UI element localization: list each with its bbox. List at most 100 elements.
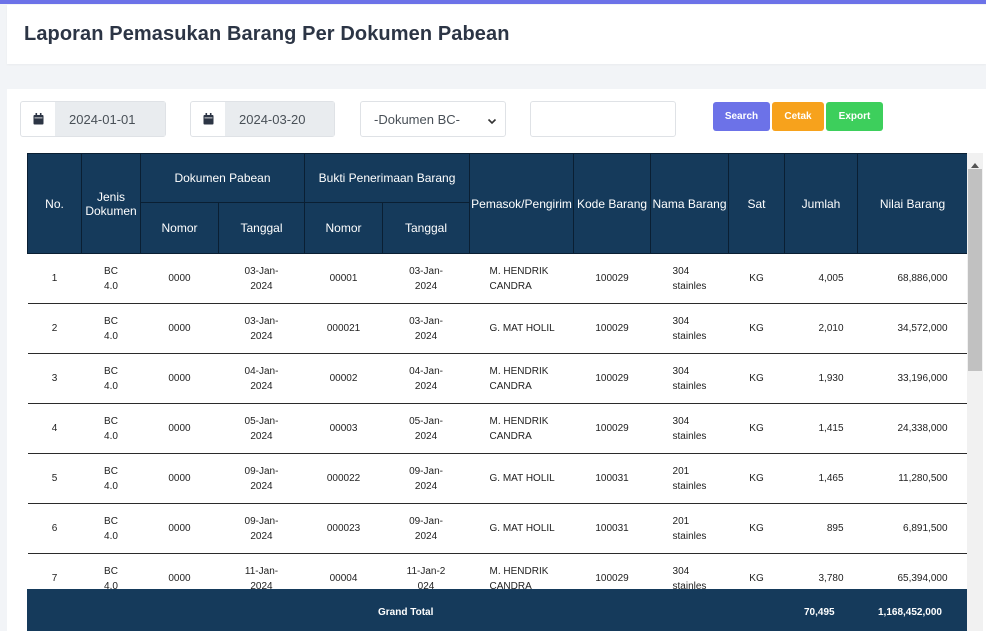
cell-no: 2 <box>27 303 82 354</box>
scrollbar-thumb[interactable] <box>968 169 982 371</box>
cell-bukti-tanggal: 04-Jan-2024 <box>382 353 470 404</box>
header-bukti-tanggal: Tanggal <box>382 202 471 254</box>
cell-bukti-tanggal: 05-Jan-2024 <box>382 403 470 454</box>
cell-no: 3 <box>27 353 82 404</box>
cell-bukti-tanggal: 09-Jan-2024 <box>382 503 470 554</box>
cell-nilai-barang: 24,338,000 <box>857 403 967 454</box>
grand-total-label: Grand Total <box>378 607 434 618</box>
cell-nama-barang: 304 stainles <box>650 403 729 454</box>
cell-dokumen-tanggal: 03-Jan-2024 <box>218 253 305 304</box>
cell-sat: KG <box>728 453 785 504</box>
cell-jenis-dokumen: BC 4.0 <box>81 303 141 354</box>
page-title: Laporan Pemasukan Barang Per Dokumen Pab… <box>24 23 510 45</box>
search-input[interactable] <box>530 101 676 137</box>
cell-dokumen-tanggal: 09-Jan-2024 <box>218 453 305 504</box>
header-dokumen-pabean: Dokumen Pabean <box>139 153 306 203</box>
table-scrollbar[interactable] <box>967 153 983 631</box>
date-from-input[interactable]: 2024-01-01 <box>55 102 165 136</box>
cell-bukti-tanggal: 03-Jan-2024 <box>382 253 470 304</box>
cell-sat: KG <box>728 353 785 404</box>
dokumen-select[interactable]: -Dokumen BC- <box>360 101 506 137</box>
cell-dokumen-tanggal: 03-Jan-2024 <box>218 303 305 354</box>
cell-pemasok: M. HENDRIK CANDRA <box>469 253 574 304</box>
cell-pemasok: M. HENDRIK CANDRA <box>469 403 574 454</box>
calendar-icon <box>191 102 225 136</box>
header-dokumen-nomor: Nomor <box>140 202 219 254</box>
cell-nilai-barang: 11,280,500 <box>857 453 967 504</box>
cell-dokumen-tanggal: 05-Jan-2024 <box>218 403 305 454</box>
cell-jumlah: 1,415 <box>784 403 858 454</box>
cell-sat: KG <box>728 253 785 304</box>
date-from-field[interactable]: 2024-01-01 <box>20 101 166 137</box>
cell-bukti-nomor: 00001 <box>304 253 383 304</box>
chevron-down-icon <box>487 114 497 129</box>
cell-bukti-tanggal: 03-Jan-2024 <box>382 303 470 354</box>
cell-pemasok: G. MAT HOLIL <box>469 453 574 504</box>
cell-sat: KG <box>728 303 785 354</box>
header-no: No. <box>27 153 82 254</box>
cell-nilai-barang: 6,891,500 <box>857 503 967 554</box>
cell-jenis-dokumen: BC 4.0 <box>81 403 141 454</box>
header-dokumen-tanggal: Tanggal <box>217 202 306 254</box>
export-button[interactable]: Export <box>826 102 883 131</box>
cell-sat: KG <box>728 403 785 454</box>
cell-bukti-nomor: 00002 <box>304 353 383 404</box>
cell-no: 6 <box>27 503 82 554</box>
cell-nama-barang: 201 stainles <box>650 503 729 554</box>
date-to-input[interactable]: 2024-03-20 <box>225 102 334 136</box>
cell-bukti-nomor: 00003 <box>304 403 383 454</box>
search-button[interactable]: Search <box>713 102 770 131</box>
cell-bukti-tanggal: 09-Jan-2024 <box>382 453 470 504</box>
cell-jenis-dokumen: BC 4.0 <box>81 353 141 404</box>
cell-nama-barang: 201 stainles <box>650 453 729 504</box>
cell-dokumen-tanggal: 09-Jan-2024 <box>218 503 305 554</box>
table-row: 4 BC 4.0 0000 05-Jan-2024 00003 05-Jan-2024 M.… <box>27 403 967 454</box>
date-to-field[interactable]: 2024-03-20 <box>190 101 335 137</box>
cell-no: 1 <box>27 253 82 304</box>
cell-kode-barang: 100029 <box>573 253 651 304</box>
cell-bukti-nomor: 000023 <box>304 503 383 554</box>
cetak-button[interactable]: Cetak <box>772 102 824 131</box>
cell-nama-barang: 304 stainles <box>650 253 729 304</box>
cell-dokumen-nomor: 0000 <box>140 353 219 404</box>
grand-total-nilai: 1,168,452,000 <box>878 607 942 618</box>
header-jumlah: Jumlah <box>784 153 859 254</box>
cell-dokumen-nomor: 0000 <box>140 253 219 304</box>
grand-total-row: Grand Total 70,495 1,168,452,000 <box>27 589 967 631</box>
cell-kode-barang: 100029 <box>573 403 651 454</box>
cell-jumlah: 2,010 <box>784 303 858 354</box>
dokumen-select-value: -Dokumen BC- <box>374 111 460 127</box>
cell-jumlah: 895 <box>784 503 858 554</box>
cell-bukti-nomor: 000022 <box>304 453 383 504</box>
table-row: 5 BC 4.0 0000 09-Jan-2024 000022 09-Jan-2024 G… <box>27 453 967 504</box>
report-table-body: 1 BC 4.0 0000 03-Jan-2024 00001 03-Jan-2024 M.… <box>27 253 967 604</box>
cell-nilai-barang: 34,572,000 <box>857 303 967 354</box>
header-sat: Sat <box>728 153 786 254</box>
cell-nama-barang: 304 stainles <box>650 353 729 404</box>
cell-jenis-dokumen: BC 4.0 <box>81 503 141 554</box>
calendar-icon <box>21 102 55 136</box>
cell-nilai-barang: 33,196,000 <box>857 353 967 404</box>
cell-sat: KG <box>728 503 785 554</box>
cell-dokumen-nomor: 0000 <box>140 453 219 504</box>
cell-no: 5 <box>27 453 82 504</box>
header-nilai-barang: Nilai Barang <box>857 153 967 254</box>
cell-pemasok: G. MAT HOLIL <box>469 503 574 554</box>
header-pemasok: Pemasok/Pengirim <box>469 153 575 254</box>
cell-dokumen-nomor: 0000 <box>140 303 219 354</box>
cell-kode-barang: 100031 <box>573 453 651 504</box>
cell-dokumen-tanggal: 04-Jan-2024 <box>218 353 305 404</box>
table-row: 3 BC 4.0 0000 04-Jan-2024 00002 04-Jan-2024 M.… <box>27 353 967 404</box>
report-table: No. Jenis Dokumen Dokumen Pabean Bukti P… <box>27 153 967 604</box>
table-row: 2 BC 4.0 0000 03-Jan-2024 000021 03-Jan-2024 G… <box>27 303 967 354</box>
cell-pemasok: M. HENDRIK CANDRA <box>469 353 574 404</box>
cell-jumlah: 4,005 <box>784 253 858 304</box>
table-row: 1 BC 4.0 0000 03-Jan-2024 00001 03-Jan-2024 M.… <box>27 253 967 304</box>
page-header: Laporan Pemasukan Barang Per Dokumen Pab… <box>7 5 986 64</box>
cell-kode-barang: 100029 <box>573 353 651 404</box>
cell-kode-barang: 100031 <box>573 503 651 554</box>
cell-jumlah: 1,930 <box>784 353 858 404</box>
cell-dokumen-nomor: 0000 <box>140 403 219 454</box>
header-bukti-nomor: Nomor <box>304 202 384 254</box>
cell-jenis-dokumen: BC 4.0 <box>81 253 141 304</box>
